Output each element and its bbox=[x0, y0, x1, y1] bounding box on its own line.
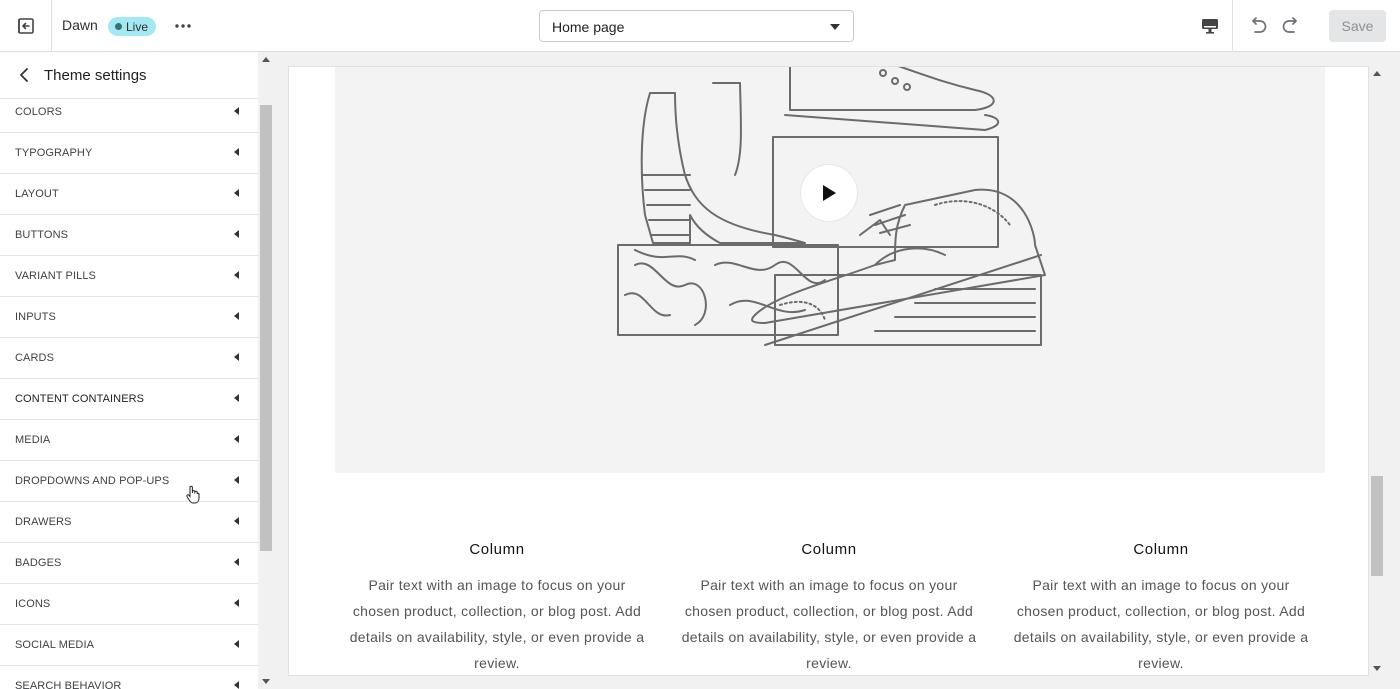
caret-left-icon bbox=[234, 271, 239, 279]
page-selector[interactable]: Home page bbox=[539, 10, 854, 42]
caret-left-icon bbox=[234, 476, 239, 484]
caret-left-icon bbox=[234, 353, 239, 361]
desktop-preview-button[interactable] bbox=[1194, 10, 1226, 42]
settings-item-label: ICONS bbox=[15, 598, 51, 610]
caret-down-icon bbox=[830, 24, 840, 30]
column-title: Column bbox=[801, 541, 857, 558]
settings-item-content-containers[interactable]: CONTENT CONTAINERS bbox=[0, 379, 258, 420]
preview-scrollbar[interactable] bbox=[1369, 66, 1385, 676]
caret-left-icon bbox=[234, 640, 239, 648]
settings-item-label: SOCIAL MEDIA bbox=[15, 639, 95, 651]
play-button[interactable] bbox=[801, 165, 857, 221]
settings-item-layout[interactable]: LAYOUT bbox=[0, 174, 258, 215]
settings-item-label: VARIANT PILLS bbox=[15, 270, 96, 282]
settings-item-label: CONTENT CONTAINERS bbox=[15, 393, 145, 405]
preview-scrollbar-thumb[interactable] bbox=[1371, 476, 1383, 576]
settings-item-social-media[interactable]: SOCIAL MEDIA bbox=[0, 625, 258, 666]
redo-button[interactable] bbox=[1276, 10, 1306, 42]
settings-item-icons[interactable]: ICONS bbox=[0, 584, 258, 625]
settings-item-label: INPUTS bbox=[15, 311, 56, 323]
settings-item-label: CARDS bbox=[15, 352, 55, 364]
hand-cursor-icon bbox=[186, 485, 200, 504]
settings-item-dropdowns-and-popups[interactable]: DROPDOWNS AND POP-UPS bbox=[0, 461, 258, 502]
settings-item-badges[interactable]: BADGES bbox=[0, 543, 258, 584]
multicolumn-item: Column Pair text with an image to focus … bbox=[1011, 541, 1311, 675]
column-title: Column bbox=[1133, 541, 1189, 558]
caret-left-icon bbox=[234, 230, 239, 238]
video-placeholder[interactable] bbox=[335, 67, 1325, 473]
chevron-left-icon bbox=[20, 68, 28, 82]
exit-button[interactable] bbox=[0, 0, 52, 52]
settings-item-buttons[interactable]: BUTTONS bbox=[0, 215, 258, 256]
settings-item-drawers[interactable]: DRAWERS bbox=[0, 502, 258, 543]
caret-left-icon bbox=[234, 435, 239, 443]
sidebar-header: Theme settings bbox=[0, 52, 258, 99]
column-text: Pair text with an image to focus on your… bbox=[1013, 577, 1309, 671]
theme-name: Dawn bbox=[62, 17, 98, 33]
desktop-icon bbox=[1202, 19, 1218, 34]
more-actions-button[interactable] bbox=[170, 14, 196, 38]
settings-item-colors[interactable]: COLORS bbox=[0, 99, 258, 133]
back-button[interactable] bbox=[14, 65, 34, 85]
multicolumn-item: Column Pair text with an image to focus … bbox=[347, 541, 647, 675]
live-badge-label: Live bbox=[126, 19, 149, 34]
scroll-up-arrow-icon[interactable] bbox=[262, 57, 270, 62]
caret-left-icon bbox=[234, 517, 239, 525]
multicolumn-item: Column Pair text with an image to focus … bbox=[679, 541, 979, 675]
settings-item-label: COLORS bbox=[15, 106, 63, 118]
settings-item-label: DROPDOWNS AND POP-UPS bbox=[15, 475, 170, 487]
settings-item-cards[interactable]: CARDS bbox=[0, 338, 258, 379]
undo-button[interactable] bbox=[1243, 10, 1273, 42]
save-button[interactable]: Save bbox=[1329, 10, 1386, 42]
column-text: Pair text with an image to focus on your… bbox=[681, 577, 977, 671]
sidebar-scrollbar[interactable] bbox=[258, 52, 275, 689]
caret-left-icon bbox=[234, 148, 239, 156]
column-text: Pair text with an image to focus on your… bbox=[349, 577, 645, 671]
ellipsis-icon bbox=[175, 24, 191, 28]
store-preview-frame: Column Pair text with an image to focus … bbox=[288, 66, 1369, 676]
settings-item-inputs[interactable]: INPUTS bbox=[0, 297, 258, 338]
caret-left-icon bbox=[234, 189, 239, 197]
caret-left-icon bbox=[234, 681, 239, 689]
top-bar: Dawn Live Home page Save bbox=[0, 0, 1400, 52]
exit-icon bbox=[17, 18, 34, 34]
settings-item-label: TYPOGRAPHY bbox=[15, 147, 93, 159]
page-selector-value: Home page bbox=[552, 19, 625, 35]
shoes-illustration bbox=[617, 67, 1046, 346]
caret-left-icon bbox=[234, 599, 239, 607]
settings-item-search-behavior[interactable]: SEARCH BEHAVIOR bbox=[0, 666, 258, 689]
settings-item-label: SEARCH BEHAVIOR bbox=[15, 680, 122, 689]
live-dot-icon bbox=[115, 23, 122, 30]
scroll-down-arrow-icon[interactable] bbox=[262, 679, 270, 684]
settings-item-label: DRAWERS bbox=[15, 516, 72, 528]
theme-settings-list: COLORS TYPOGRAPHY LAYOUT BUTTONS VARIANT… bbox=[0, 99, 258, 689]
live-status-badge: Live bbox=[108, 17, 157, 36]
column-title: Column bbox=[469, 541, 525, 558]
scroll-up-arrow-icon[interactable] bbox=[1373, 71, 1381, 76]
scroll-down-arrow-icon[interactable] bbox=[1373, 666, 1381, 671]
settings-item-label: LAYOUT bbox=[15, 188, 59, 200]
caret-left-icon bbox=[234, 107, 239, 115]
settings-item-label: BADGES bbox=[15, 557, 62, 569]
redo-icon bbox=[1282, 17, 1297, 33]
caret-left-icon bbox=[234, 312, 239, 320]
toolbar-divider bbox=[1232, 0, 1233, 52]
settings-sidebar: Theme settings COLORS TYPOGRAPHY LAYOUT … bbox=[0, 52, 275, 689]
caret-left-icon bbox=[234, 394, 239, 402]
sidebar-title: Theme settings bbox=[44, 67, 147, 84]
settings-item-variant-pills[interactable]: VARIANT PILLS bbox=[0, 256, 258, 297]
sidebar-scrollbar-thumb[interactable] bbox=[260, 105, 272, 551]
play-icon bbox=[823, 185, 836, 201]
undo-icon bbox=[1252, 17, 1267, 33]
settings-item-media[interactable]: MEDIA bbox=[0, 420, 258, 461]
settings-item-label: MEDIA bbox=[15, 434, 51, 446]
caret-left-icon bbox=[234, 558, 239, 566]
settings-item-label: BUTTONS bbox=[15, 229, 69, 241]
settings-item-typography[interactable]: TYPOGRAPHY bbox=[0, 133, 258, 174]
